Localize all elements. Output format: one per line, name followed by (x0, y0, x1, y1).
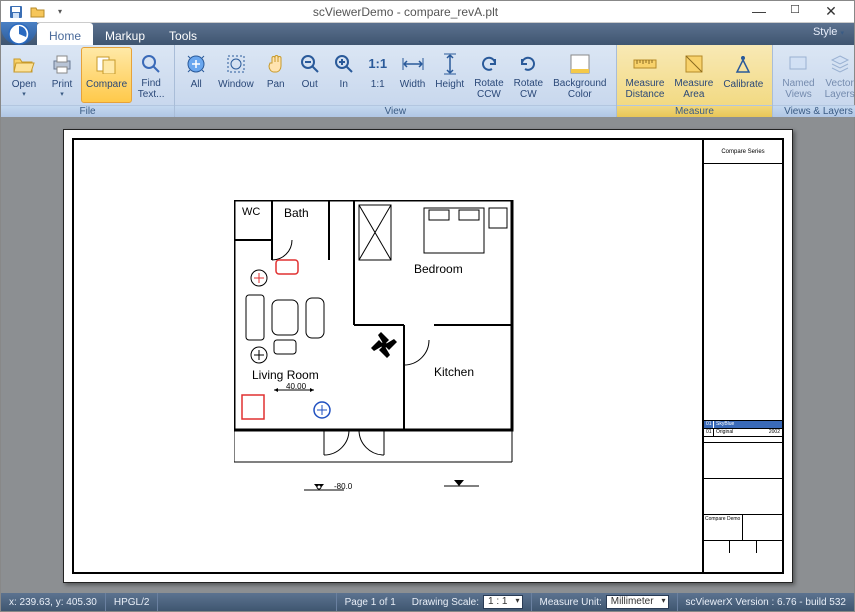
area-icon (682, 52, 706, 75)
fit-width-button[interactable]: Width (395, 47, 431, 103)
status-version: scViewerX Version : 6.76 - build 532 (678, 593, 854, 611)
drawing-canvas[interactable]: D E M O Compare Series 01SkyBlue 01Origi… (1, 117, 854, 593)
tb-spacer-1 (704, 443, 782, 479)
app-window: ▾ scViewerDemo - compare_revA.plt — ☐ ✕ … (0, 0, 855, 612)
zoom-in-icon (332, 52, 356, 76)
tb-project: 01SkyBlue (704, 421, 782, 429)
drawing-frame: Compare Series 01SkyBlue 01Original2002 … (72, 138, 784, 574)
status-coords: x: 239.63, y: 405.30 (1, 593, 106, 611)
label-wc: WC (242, 206, 260, 218)
group-label-view: View (175, 105, 615, 117)
group-label-file: File (1, 105, 174, 117)
minimize-button[interactable]: — (746, 3, 772, 20)
group-measure: Measure Distance Measure Area Calibrate … (617, 45, 774, 116)
fit-height-button[interactable]: Height (430, 47, 469, 103)
compare-icon (95, 52, 119, 76)
measure-area-button[interactable]: Measure Area (669, 47, 718, 103)
open-button[interactable]: Open▾ (5, 47, 43, 103)
tab-tools[interactable]: Tools (157, 23, 209, 45)
print-button[interactable]: Print▾ (43, 47, 81, 103)
height-icon (438, 52, 462, 76)
zoom-all-icon (184, 52, 208, 76)
floor-plan: WC Bath Bedroom Living Room Kitchen 40.0… (234, 200, 534, 468)
close-button[interactable]: ✕ (818, 3, 844, 20)
find-text-button[interactable]: Find Text... (132, 47, 170, 103)
qat-save-icon[interactable] (7, 3, 25, 21)
rotate-ccw-button[interactable]: Rotate CCW (469, 47, 508, 103)
pan-button[interactable]: Pan (259, 47, 293, 103)
ribbon: Open▾ Print▾ Compare Find Text... File A… (1, 45, 854, 117)
tb-row-a: 01Original2002 (704, 429, 782, 437)
calibrate-icon (731, 52, 755, 76)
status-scale-label: Drawing Scale: (412, 597, 479, 608)
tb-bottom (704, 541, 782, 553)
zoom-out-button[interactable]: Out (293, 47, 327, 103)
style-dropdown[interactable]: Style ▾ (803, 23, 854, 45)
tab-home[interactable]: Home (37, 23, 93, 45)
width-icon (401, 52, 425, 76)
status-scale: Drawing Scale: 1 : 1 (404, 593, 532, 611)
quick-access-toolbar: ▾ (1, 3, 75, 21)
maximize-button[interactable]: ☐ (782, 3, 808, 20)
zoom-in-button[interactable]: In (327, 47, 361, 103)
app-menu-button[interactable] (1, 22, 37, 45)
status-unit-label: Measure Unit: (540, 597, 602, 608)
one-to-one-icon: 1:1 (366, 52, 390, 76)
one-to-one-button[interactable]: 1:11:1 (361, 47, 395, 103)
zoom-window-button[interactable]: Window (213, 47, 259, 103)
rotate-cw-button[interactable]: Rotate CW (509, 47, 548, 103)
qat-open-icon[interactable] (29, 3, 47, 21)
tb-footer-row: Compare Demo (704, 515, 782, 541)
layers-icon (828, 52, 852, 75)
scale-combo[interactable]: 1 : 1 (483, 595, 522, 609)
status-bar: x: 239.63, y: 405.30 HPGL/2 Page 1 of 1 … (1, 593, 854, 611)
ruler-icon (633, 52, 657, 75)
status-page: Page 1 of 1 (336, 593, 404, 611)
rotate-ccw-icon (477, 52, 501, 75)
status-unit: Measure Unit: Millimeter (532, 593, 678, 611)
group-label-views-layers: Views & Layers (773, 105, 855, 117)
zoom-window-icon (224, 52, 248, 76)
title-block-header: Compare Series (704, 140, 782, 164)
rotate-cw-icon (516, 52, 540, 75)
dim-80: -80.0 (334, 482, 352, 491)
tab-markup[interactable]: Markup (93, 23, 157, 45)
measure-distance-button[interactable]: Measure Distance (621, 47, 670, 103)
group-views-layers: Named Views Vector Layers Views & Layers (773, 45, 855, 116)
title-block: Compare Series 01SkyBlue 01Original2002 … (702, 140, 782, 572)
tb-spacer-2 (704, 479, 782, 515)
group-file: Open▾ Print▾ Compare Find Text... File (1, 45, 175, 116)
background-color-button[interactable]: Background Color (548, 47, 611, 103)
named-views-icon (786, 52, 810, 75)
side-ruler-text: D E M O (1, 337, 2, 378)
tb-footer: Compare Demo (704, 515, 743, 540)
zoom-all-button[interactable]: All (179, 47, 213, 103)
calibrate-button[interactable]: Calibrate (718, 47, 768, 103)
find-icon (139, 52, 163, 75)
bg-color-icon (568, 52, 592, 75)
drawing-sheet: Compare Series 01SkyBlue 01Original2002 … (63, 129, 793, 583)
vector-layers-button[interactable]: Vector Layers (820, 47, 855, 103)
compare-button[interactable]: Compare (81, 47, 132, 103)
printer-icon (50, 52, 74, 76)
pan-hand-icon (264, 52, 288, 76)
qat-dropdown-icon[interactable]: ▾ (51, 3, 69, 21)
window-title: scViewerDemo - compare_revA.plt (75, 5, 736, 19)
label-bath: Bath (284, 206, 309, 220)
titlebar: ▾ scViewerDemo - compare_revA.plt — ☐ ✕ (1, 1, 854, 23)
label-kitchen: Kitchen (434, 365, 474, 379)
zoom-out-icon (298, 52, 322, 76)
window-controls: — ☐ ✕ (736, 3, 854, 20)
status-format: HPGL/2 (106, 593, 159, 611)
label-living: Living Room (252, 368, 319, 382)
unit-combo[interactable]: Millimeter (606, 595, 669, 609)
label-bedroom: Bedroom (414, 262, 463, 276)
group-label-measure: Measure (617, 105, 773, 117)
named-views-button[interactable]: Named Views (777, 47, 819, 103)
ribbon-tabstrip: Home Markup Tools Style ▾ (1, 23, 854, 45)
open-folder-icon (12, 52, 36, 76)
dim-40: 40.00 (286, 382, 306, 391)
group-view: All Window Pan Out In 1:11:1 Width Heigh… (175, 45, 616, 116)
